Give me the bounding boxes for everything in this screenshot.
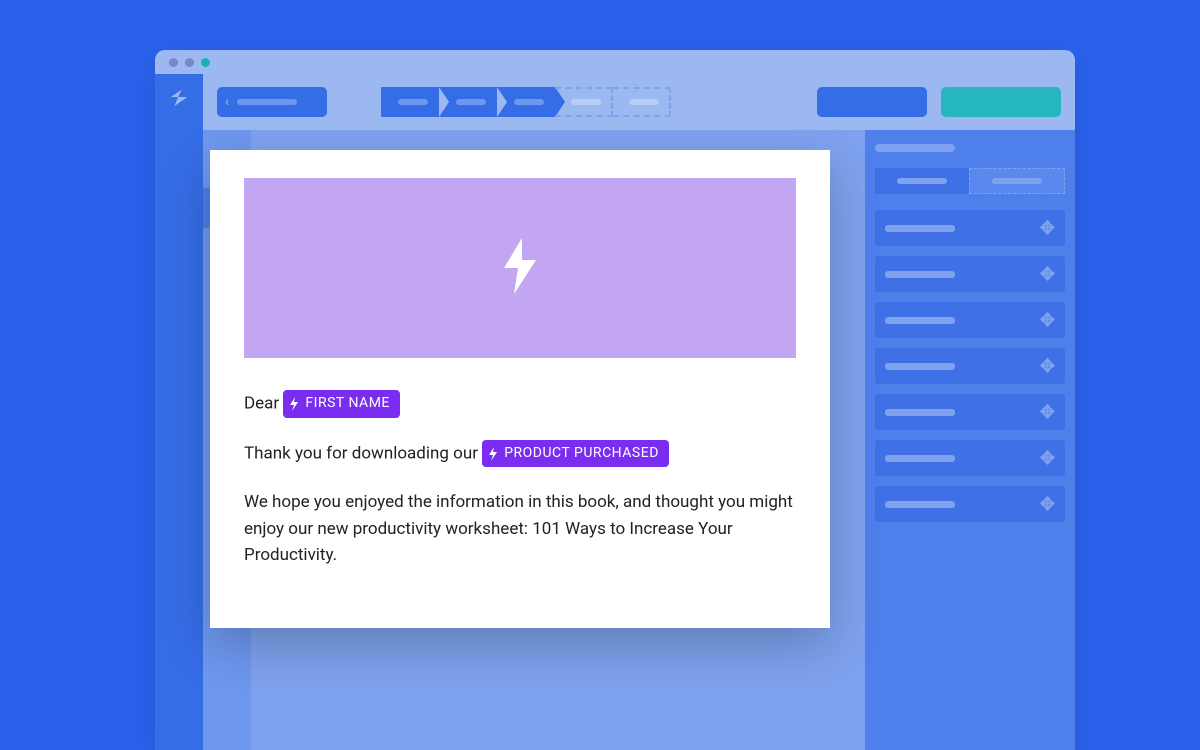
drag-icon[interactable]: ✥ xyxy=(1040,310,1055,331)
block-row-4[interactable]: ✥ xyxy=(875,348,1065,384)
block-row-3[interactable]: ✥ xyxy=(875,302,1065,338)
merge-tag-first-name[interactable]: FIRST NAME xyxy=(283,390,399,418)
step-4[interactable] xyxy=(555,87,613,117)
panel-tab-2[interactable] xyxy=(969,168,1065,194)
drag-icon[interactable]: ✥ xyxy=(1040,218,1055,239)
brand-logo-icon xyxy=(168,86,190,112)
merge-tag-label: PRODUCT PURCHASED xyxy=(504,443,659,465)
panel-tabs xyxy=(875,168,1065,194)
panel-heading xyxy=(875,144,955,152)
merge-tag-label: FIRST NAME xyxy=(305,393,389,415)
email-hero[interactable] xyxy=(244,178,796,358)
block-row-2[interactable]: ✥ xyxy=(875,256,1065,292)
email-body-text[interactable]: We hope you enjoyed the information in t… xyxy=(244,489,796,568)
back-button[interactable]: ‹ xyxy=(217,87,327,117)
step-2[interactable] xyxy=(439,87,497,117)
block-row-1[interactable]: ✥ xyxy=(875,210,1065,246)
step-3[interactable] xyxy=(497,87,555,117)
email-greeting-line[interactable]: Dear FIRST NAME xyxy=(244,390,796,418)
brand-column xyxy=(155,74,203,750)
email-preview: Dear FIRST NAME Thank you for downloadin… xyxy=(210,150,830,628)
email-thankyou-line[interactable]: Thank you for downloading our PRODUCT PU… xyxy=(244,440,796,468)
step-1[interactable] xyxy=(381,87,439,117)
drag-icon[interactable]: ✥ xyxy=(1040,402,1055,423)
right-panel: ✥ ✥ ✥ ✥ ✥ ✥ ✥ xyxy=(865,130,1075,750)
lightning-icon xyxy=(500,238,540,298)
toolbar: ‹ xyxy=(203,74,1075,130)
block-row-5[interactable]: ✥ xyxy=(875,394,1065,430)
toolbar-primary-button[interactable] xyxy=(941,87,1061,117)
step-5[interactable] xyxy=(613,87,671,117)
thankyou-prefix: Thank you for downloading our xyxy=(244,443,478,463)
window-titlebar xyxy=(155,50,1075,74)
step-progress xyxy=(381,87,671,117)
block-row-6[interactable]: ✥ xyxy=(875,440,1065,476)
greeting-prefix: Dear xyxy=(244,393,279,413)
chevron-left-icon: ‹ xyxy=(225,94,229,110)
window-minimize-icon[interactable] xyxy=(185,58,194,67)
drag-icon[interactable]: ✥ xyxy=(1040,356,1055,377)
window-zoom-icon[interactable] xyxy=(201,58,210,67)
drag-icon[interactable]: ✥ xyxy=(1040,448,1055,469)
panel-tab-1[interactable] xyxy=(875,168,969,194)
placeholder-bar xyxy=(237,99,297,105)
window-close-icon[interactable] xyxy=(169,58,178,67)
merge-tag-product[interactable]: PRODUCT PURCHASED xyxy=(482,440,669,468)
drag-icon[interactable]: ✥ xyxy=(1040,264,1055,285)
toolbar-secondary-button[interactable] xyxy=(817,87,927,117)
drag-icon[interactable]: ✥ xyxy=(1040,494,1055,515)
block-row-7[interactable]: ✥ xyxy=(875,486,1065,522)
